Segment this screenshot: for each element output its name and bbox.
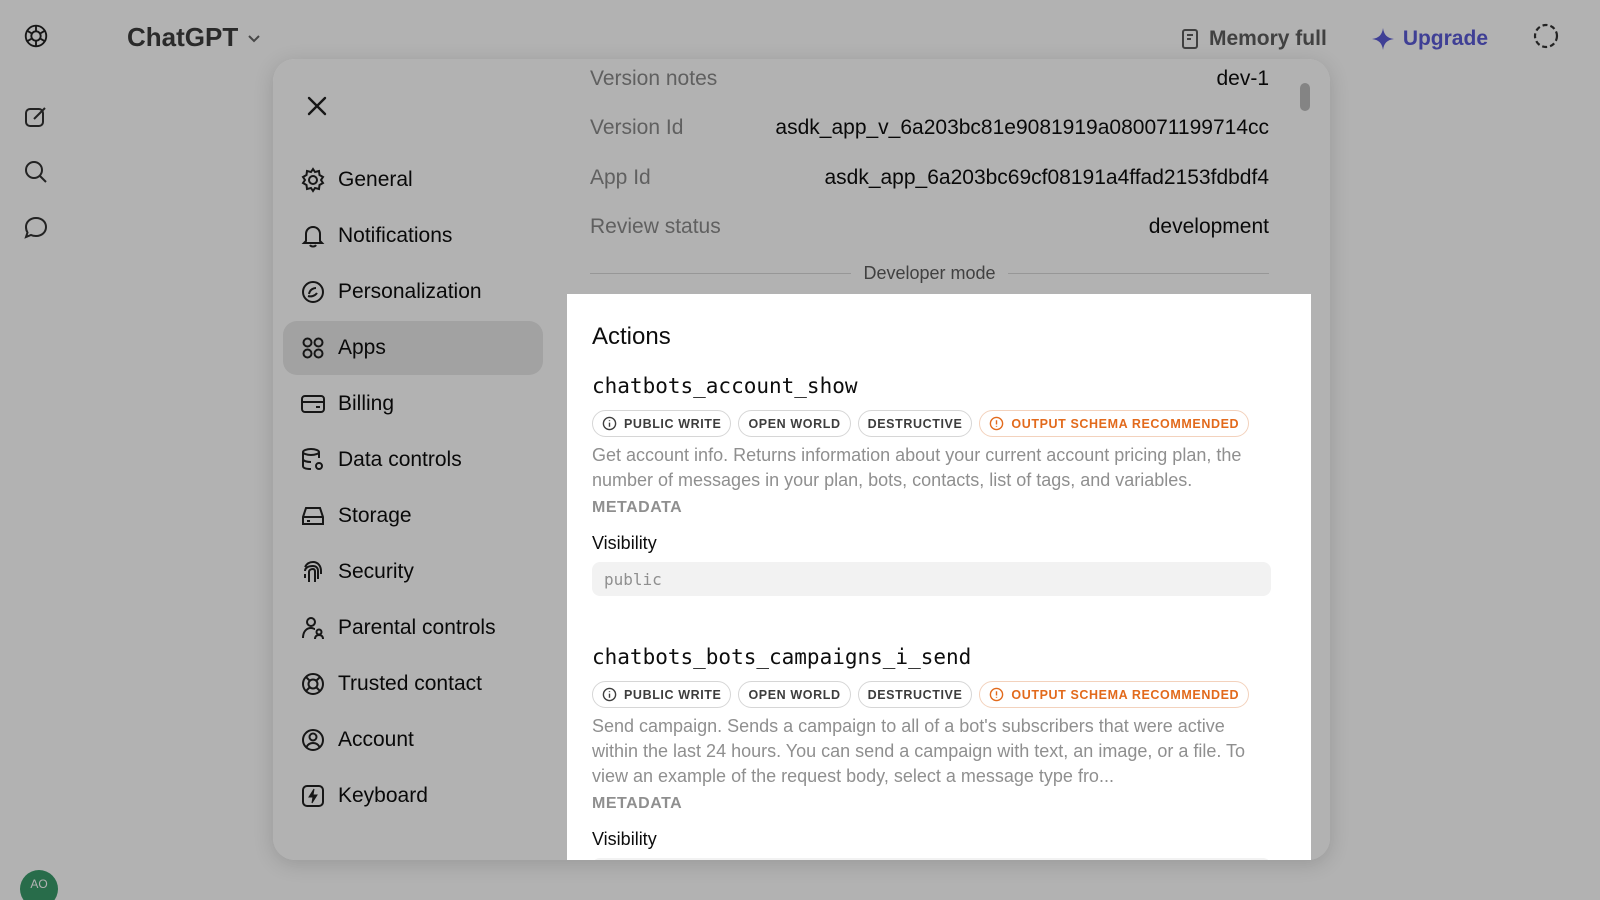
nav-item-security[interactable]: Security [283,545,543,599]
nav-label: Storage [338,504,412,527]
app-id-row: App Id asdk_app_6a203bc69cf08191a4ffad21… [590,166,1269,190]
action-description: Send campaign. Sends a campaign to all o… [592,716,1246,786]
visibility-label: Visibility [592,533,657,553]
nav-item-general[interactable]: General [283,153,543,207]
divider-line [590,273,852,274]
review-status-label: Review status [590,215,721,238]
info-icon [990,416,1004,431]
apps-grid-icon [302,337,324,359]
nav-label: General [338,168,413,191]
badge-public-write: PUBLIC WRITE [592,681,732,708]
nav-item-keyboard[interactable]: Keyboard [283,769,543,823]
nav-label: Personalization [338,280,482,303]
badge-label: OUTPUT SCHEMA RECOMMENDED [1011,416,1240,431]
settings-nav: General Notifications Personalization Ap… [283,153,543,825]
badge-open-world: OPEN WORLD [738,410,851,437]
metadata-label: METADATA [592,795,683,812]
visibility-value: public [592,562,1271,596]
nav-item-trusted-contact[interactable]: Trusted contact [283,657,543,711]
version-id-row: Version Id asdk_app_v_6a203bc81e9081919a… [590,116,1269,140]
keyboard-icon [302,785,324,807]
nav-item-account[interactable]: Account [283,713,543,767]
close-icon [307,96,327,116]
nav-item-notifications[interactable]: Notifications [283,209,543,263]
review-status-row: Review status development [590,215,1269,239]
nav-label: Notifications [338,224,453,247]
version-id-value: asdk_app_v_6a203bc81e9081919a08007119971… [775,116,1269,139]
nav-item-billing[interactable]: Billing [283,377,543,431]
badge-label: OUTPUT SCHEMA RECOMMENDED [1011,687,1240,702]
nav-label: Billing [338,392,395,415]
nav-item-apps[interactable]: Apps [283,321,543,375]
badge-label: DESTRUCTIVE [867,687,963,702]
badge-label: OPEN WORLD [748,416,841,431]
app-id-label: App Id [590,166,651,189]
badge-output-schema-recommended: OUTPUT SCHEMA RECOMMENDED [979,410,1250,437]
action-item: chatbots_account_show PUBLIC WRITE OPEN … [592,372,1271,596]
parent-icon [302,617,324,640]
developer-mode-label: Developer mode [863,263,996,283]
version-notes-value: dev-1 [1216,67,1269,90]
visibility-label: Visibility [592,829,657,849]
account-icon [302,729,324,751]
info-icon [602,687,617,702]
nav-label: Trusted contact [338,672,482,695]
metadata-label: METADATA [592,499,683,516]
version-notes-row: Version notes dev-1 [590,67,1269,91]
action-badges: PUBLIC WRITE OPEN WORLD DESTRUCTIVE OUTP… [592,410,1271,437]
nav-label: Parental controls [338,616,496,639]
developer-mode-divider: Developer mode [590,263,1270,284]
info-icon [602,416,617,431]
app-id-value: asdk_app_6a203bc69cf08191a4ffad2153fdbdf… [824,166,1269,189]
nav-label: Account [338,728,414,751]
badge-label: PUBLIC WRITE [624,687,722,702]
action-name: chatbots_account_show [592,374,858,398]
scrollbar-thumb[interactable] [1300,83,1310,111]
badge-label: DESTRUCTIVE [867,416,963,431]
card-icon [301,395,325,413]
actions-title: Actions [592,323,671,350]
gear-icon [301,167,325,193]
info-icon [990,687,1004,702]
version-notes-label: Version notes [590,67,718,90]
nav-item-parental-controls[interactable]: Parental controls [283,601,543,655]
badge-destructive: DESTRUCTIVE [857,681,973,708]
review-status-value: development [1148,215,1269,238]
storage-icon [302,507,324,525]
badge-label: PUBLIC WRITE [624,416,722,431]
action-description: Get account info. Returns information ab… [592,445,1242,490]
action-badges: PUBLIC WRITE OPEN WORLD DESTRUCTIVE OUTP… [592,681,1271,708]
nav-label: Security [338,560,414,583]
visibility-value [592,858,1271,860]
database-icon [302,448,323,470]
nav-label: Apps [338,336,386,359]
nav-item-storage[interactable]: Storage [283,489,543,543]
divider-line [1007,273,1270,274]
badge-output-schema-recommended: OUTPUT SCHEMA RECOMMENDED [979,681,1250,708]
nav-label: Data controls [338,448,462,471]
badge-open-world: OPEN WORLD [738,681,851,708]
lifebuoy-icon [302,673,324,695]
personalization-icon [302,281,324,303]
bell-icon [301,225,325,248]
nav-item-data-controls[interactable]: Data controls [283,433,543,487]
badge-destructive: DESTRUCTIVE [857,410,973,437]
nav-label: Keyboard [338,784,428,807]
nav-item-personalization[interactable]: Personalization [283,265,543,319]
badge-public-write: PUBLIC WRITE [592,410,732,437]
fingerprint-icon [304,560,322,582]
actions-panel: Actions chatbots_account_show PUBLIC WRI… [567,294,1311,860]
close-button[interactable] [302,91,332,121]
action-item: chatbots_bots_campaigns_i_send PUBLIC WR… [592,643,1271,860]
badge-label: OPEN WORLD [748,687,841,702]
version-id-label: Version Id [590,116,684,139]
action-name: chatbots_bots_campaigns_i_send [592,645,972,669]
